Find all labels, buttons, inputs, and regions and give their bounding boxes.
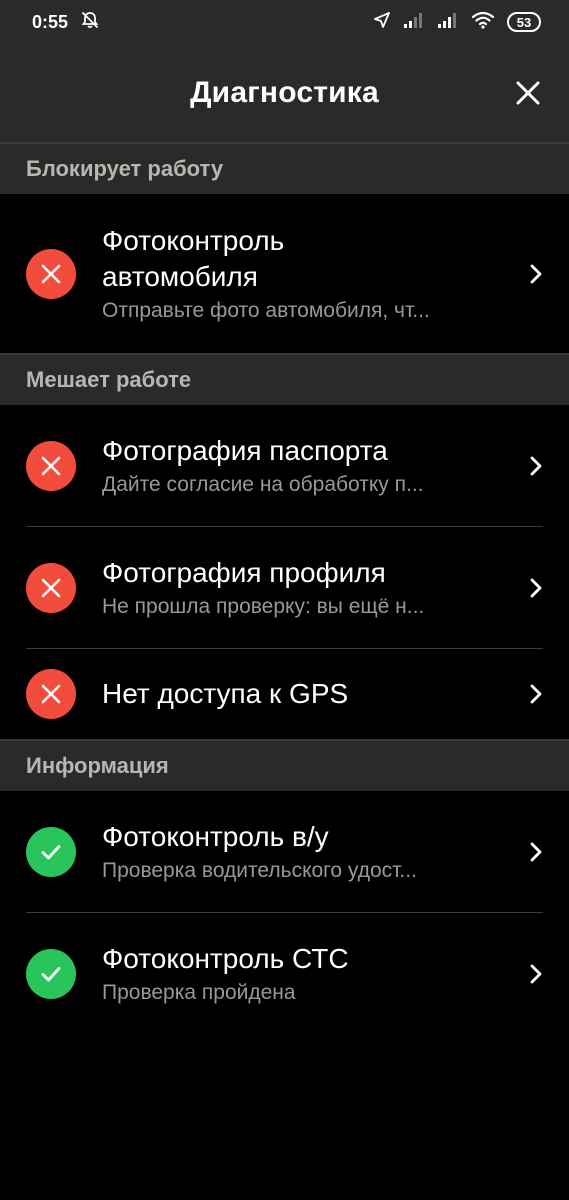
error-icon (26, 563, 76, 613)
item-title: Фотоконтроль в/у (102, 821, 329, 852)
chevron-right-icon (530, 684, 542, 704)
chevron-right-icon (530, 456, 542, 476)
section-header-blocking: Блокирует работу (0, 142, 569, 194)
chevron-right-icon (530, 264, 542, 283)
item-subtitle: Дайте согласие на обработку п... (102, 473, 424, 496)
chevron-right-icon (530, 842, 542, 862)
item-title: Фотография профиля (102, 557, 386, 588)
error-icon (26, 441, 76, 491)
check-icon (26, 949, 76, 999)
section-header-hindering: Мешает работе (0, 353, 569, 405)
battery-icon: 53 (507, 12, 541, 32)
close-icon (516, 81, 540, 105)
location-arrow-icon (373, 11, 391, 34)
signal-icon (403, 11, 425, 34)
wifi-icon (471, 11, 495, 34)
error-icon (26, 669, 76, 719)
item-title: Нет доступа к GPS (102, 678, 349, 709)
diag-item-license-photo[interactable]: Фотоконтроль в/у Проверка водительского … (0, 791, 569, 913)
diagnostics-list: Блокирует работу Фотоконтроль автомобиля… (0, 142, 569, 1035)
signal-icon (437, 11, 459, 34)
chevron-right-icon (530, 578, 542, 598)
item-subtitle: Проверка водительского удост... (102, 859, 417, 882)
chevron-right-icon (530, 964, 542, 984)
item-subtitle: Не прошла проверку: вы ещё н... (102, 595, 425, 618)
error-icon (26, 248, 76, 299)
diag-item-passport-photo[interactable]: Фотография паспорта Дайте согласие на об… (0, 405, 569, 527)
app-bar: Диагностика (0, 44, 569, 142)
section-header-information: Информация (0, 739, 569, 791)
item-title: Фотоконтроль (102, 224, 285, 256)
diag-item-gps-access[interactable]: Нет доступа к GPS (0, 649, 569, 739)
close-button[interactable] (511, 76, 545, 110)
page-title: Диагностика (190, 76, 379, 109)
muted-alarm-icon (80, 10, 100, 35)
item-title: Фотография паспорта (102, 435, 388, 466)
check-icon (26, 827, 76, 877)
status-bar: 0:55 53 (0, 0, 569, 44)
item-title: Фотоконтроль СТС (102, 943, 349, 974)
item-subtitle: Отправьте фото автомобиля, чт... (102, 298, 430, 322)
diag-item-profile-photo[interactable]: Фотография профиля Не прошла проверку: в… (0, 527, 569, 649)
item-subtitle: Проверка пройдена (102, 981, 296, 1004)
item-title: автомобиля (102, 260, 258, 292)
diag-item-car-photo[interactable]: Фотоконтроль автомобиля Отправьте фото а… (0, 194, 569, 353)
status-time: 0:55 (32, 11, 69, 32)
diag-item-sts-photo[interactable]: Фотоконтроль СТС Проверка пройдена (0, 913, 569, 1035)
